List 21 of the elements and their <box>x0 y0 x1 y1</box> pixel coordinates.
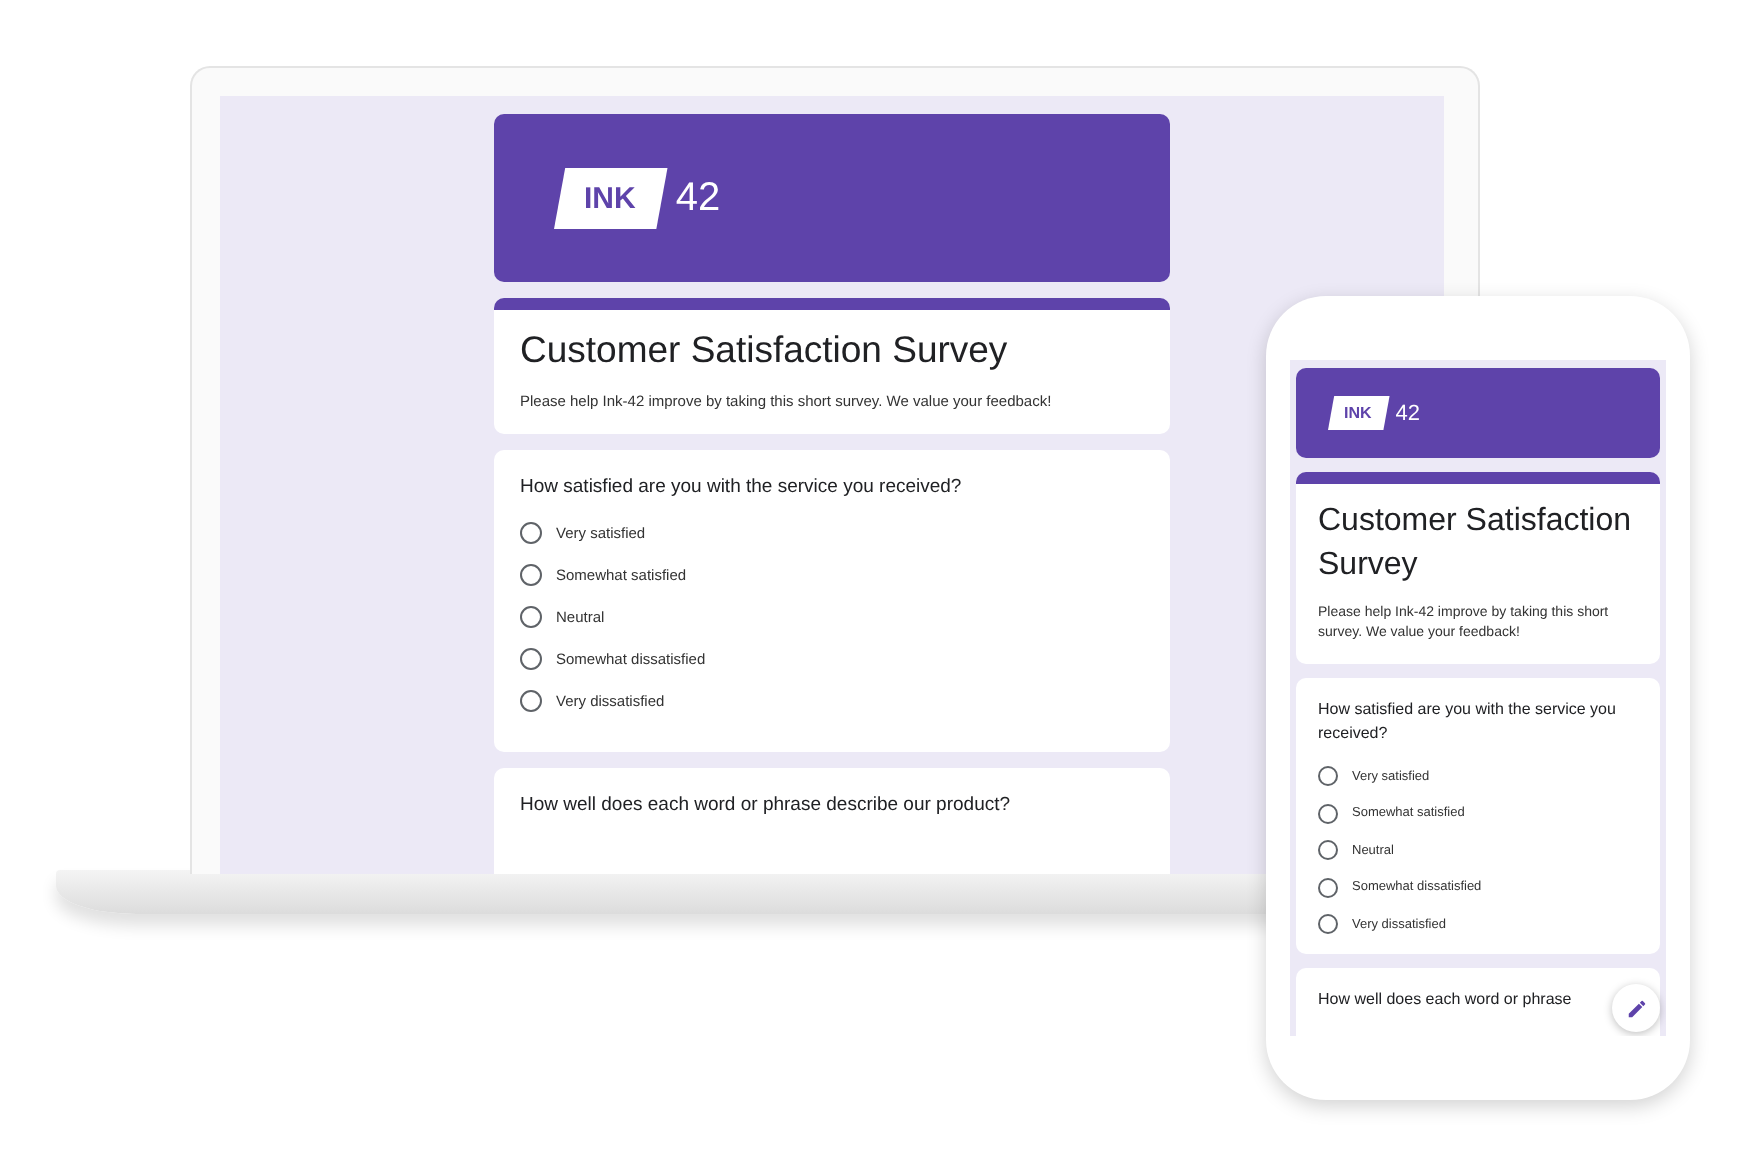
radio-button[interactable] <box>1318 914 1338 934</box>
radio-button[interactable] <box>520 564 542 586</box>
radio-button[interactable] <box>520 522 542 544</box>
question-text: How well does each word or phrase <box>1318 988 1574 1012</box>
logo-text: 42 <box>675 175 721 221</box>
form-title: Customer Satisfaction Survey <box>520 328 1010 372</box>
radio-button[interactable] <box>1318 840 1338 860</box>
question-text: How satisfied are you with the service you received? <box>1318 698 1618 746</box>
question-text: How well does each word or phrase describe our product? <box>520 794 1013 816</box>
radio-button[interactable] <box>520 690 542 712</box>
radio-button[interactable] <box>520 648 542 670</box>
logo-mark: INK <box>1328 396 1390 430</box>
radio-button[interactable] <box>1318 766 1338 786</box>
form-title: Customer Satisfaction Survey <box>1318 502 1634 586</box>
radio-button[interactable] <box>1318 877 1338 897</box>
radio-button[interactable] <box>520 606 542 628</box>
logo-text: 42 <box>1395 401 1421 425</box>
radio-button[interactable] <box>1318 803 1338 823</box>
pencil-icon <box>1625 997 1647 1019</box>
question-text: How satisfied are you with the service you received? <box>520 476 964 498</box>
logo-mark: INK <box>554 167 668 229</box>
